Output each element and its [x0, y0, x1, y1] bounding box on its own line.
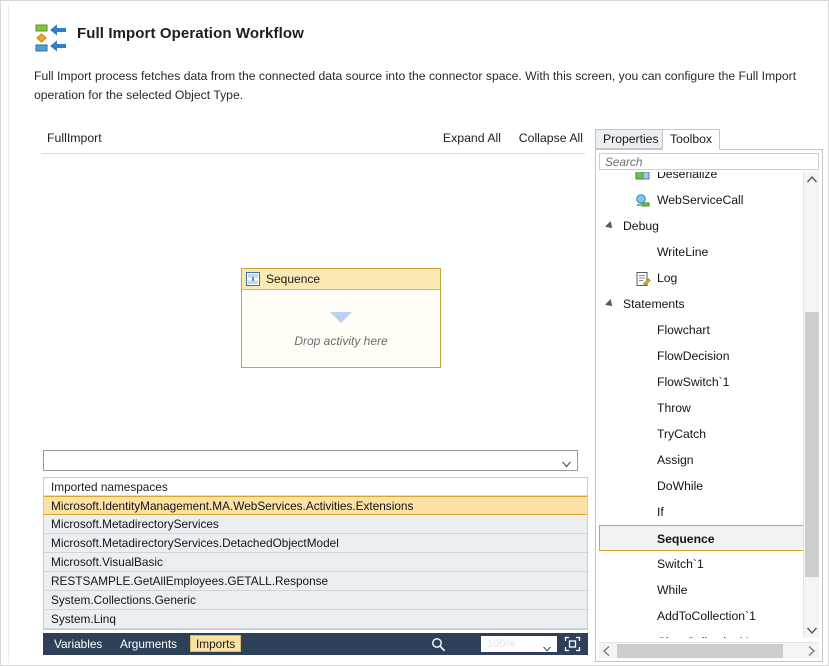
toolbox-item-label: If [657, 505, 664, 519]
chevron-down-icon [543, 641, 551, 655]
side-panel: Properties Toolbox Search Deserialize Web… [595, 129, 823, 662]
deserialize-icon [635, 172, 651, 182]
log-icon [635, 270, 651, 286]
page-title: Full Import Operation Workflow [77, 25, 304, 42]
imported-namespaces-grid[interactable]: Imported namespaces Microsoft.IdentityMa… [43, 477, 588, 630]
toolbox-item-label: ClearCollection`1 [657, 635, 750, 638]
toolbox-item-label: Deserialize [657, 172, 718, 181]
toolbox-item-label: Switch`1 [657, 557, 704, 571]
toolbox-item-dowhile[interactable]: DoWhile [599, 473, 805, 499]
toolbox-item-label: Assign [657, 453, 694, 467]
workflow-configuration-window: Full Import Operation Workflow Full Impo… [0, 0, 829, 666]
toolbox-item-label: Debug [623, 219, 659, 233]
import-workflow-icon [33, 21, 67, 55]
toolbox-tree: Deserialize WebServiceCall Debug WriteLine L… [599, 172, 805, 638]
toolbox-item-writeline[interactable]: WriteLine [599, 239, 805, 265]
toolbox-group-debug[interactable]: Debug [599, 213, 805, 239]
designer-canvas[interactable]: Sequence Drop activity here [41, 154, 585, 454]
toolbox-item-label: DoWhile [657, 479, 704, 493]
scroll-up-arrow-icon[interactable] [804, 172, 820, 188]
toolbox-item-label: FlowSwitch`1 [657, 375, 730, 389]
toolbox-search-input[interactable]: Search [599, 153, 819, 170]
drop-target-triangle-icon [330, 312, 352, 323]
workflow-designer: FullImport Expand All Collapse All Seque… [33, 125, 605, 662]
sequence-activity-title: Sequence [266, 272, 321, 286]
namespace-row[interactable]: System.Collections.Generic [44, 591, 587, 610]
toolbox-item-if[interactable]: If [599, 499, 805, 525]
zoom-level-combobox[interactable]: 100% [481, 636, 557, 652]
toolbox-item-flowdecision[interactable]: FlowDecision [599, 343, 805, 369]
tab-toolbox[interactable]: Toolbox [662, 129, 721, 150]
breadcrumb[interactable]: FullImport [47, 131, 102, 145]
page-description: Full Import process fetches data from th… [34, 69, 797, 102]
namespace-row[interactable]: Microsoft.MetadirectoryServices [44, 515, 587, 534]
toolbox-group-statements[interactable]: Statements [599, 291, 805, 317]
toolbox-item-sequence[interactable]: Sequence [599, 525, 805, 551]
toolbox-item-label: TryCatch [657, 427, 706, 441]
toolbox-item-webservicecall[interactable]: WebServiceCall [599, 187, 805, 213]
sequence-activity-header: Sequence [242, 269, 440, 290]
scroll-left-arrow-icon[interactable] [599, 643, 615, 659]
toolbox-item-label: AddToCollection`1 [657, 609, 756, 623]
toolbox-item-switch-1[interactable]: Switch`1 [599, 551, 805, 577]
scroll-down-arrow-icon[interactable] [804, 622, 820, 638]
zoom-level-value: 100% [487, 638, 516, 650]
statusbar-tab-arguments[interactable]: Arguments [115, 636, 182, 652]
namespace-row[interactable]: Microsoft.VisualBasic [44, 553, 587, 572]
toolbox-item-trycatch[interactable]: TryCatch [599, 421, 805, 447]
tab-properties[interactable]: Properties [595, 129, 667, 149]
toolbox-horizontal-scroll-thumb[interactable] [617, 644, 783, 658]
toolbox-item-throw[interactable]: Throw [599, 395, 805, 421]
namespace-row[interactable]: Microsoft.MetadirectoryServices.Detached… [44, 534, 587, 553]
window-content: Full Import Operation Workflow Full Impo… [8, 5, 823, 663]
sequence-icon [246, 272, 260, 286]
namespaces-column-header: Imported namespaces [44, 478, 587, 496]
toolbox-item-label: While [657, 583, 688, 597]
toolbox-item-label: Flowchart [657, 323, 710, 337]
namespace-row[interactable]: Microsoft.IdentityManagement.MA.WebServi… [44, 496, 587, 515]
toolbox-item-clearcollection-1[interactable]: ClearCollection`1 [599, 629, 805, 638]
toolbox-horizontal-scrollbar[interactable] [599, 642, 819, 658]
toolbox-item-label: Statements [623, 297, 685, 311]
toolbox-vertical-scrollbar[interactable] [803, 172, 819, 638]
expander-triangle-icon[interactable] [605, 299, 615, 309]
toolbox-panel-body: Search Deserialize WebServiceCall Debug Wri… [595, 149, 823, 662]
toolbox-tree-viewport[interactable]: Deserialize WebServiceCall Debug WriteLine L… [599, 172, 819, 638]
namespace-row[interactable]: System.Linq [44, 610, 587, 629]
fit-to-screen-button[interactable] [564, 636, 581, 652]
toolbox-vertical-scroll-thumb[interactable] [805, 312, 819, 577]
add-namespace-combobox[interactable] [43, 450, 578, 471]
toolbox-search-placeholder: Search [605, 155, 643, 169]
toolbox-item-label: FlowDecision [657, 349, 730, 363]
toolbox-item-label: WriteLine [657, 245, 709, 259]
toolbox-item-label: Sequence [657, 532, 715, 546]
toolbox-item-flowchart[interactable]: Flowchart [599, 317, 805, 343]
webservicecall-icon [635, 192, 651, 208]
toolbox-item-flowswitch-1[interactable]: FlowSwitch`1 [599, 369, 805, 395]
toolbox-item-deserialize[interactable]: Deserialize [599, 172, 805, 187]
sequence-activity-card[interactable]: Sequence Drop activity here [241, 268, 441, 368]
collapse-all-link[interactable]: Collapse All [519, 131, 583, 145]
statusbar-tab-variables[interactable]: Variables [49, 636, 107, 652]
expander-triangle-icon[interactable] [605, 221, 615, 231]
statusbar-tab-imports[interactable]: Imports [190, 635, 242, 652]
page-header: Full Import Operation Workflow [33, 19, 793, 65]
namespace-row[interactable]: RESTSAMPLE.GetAllEmployees.GETALL.Respon… [44, 572, 587, 591]
chevron-down-icon [562, 457, 571, 471]
namespaces-row-container: Microsoft.IdentityManagement.MA.WebServi… [44, 496, 587, 629]
expand-all-link[interactable]: Expand All [443, 131, 501, 145]
drop-activity-hint: Drop activity here [294, 334, 388, 348]
toolbox-item-while[interactable]: While [599, 577, 805, 603]
toolbox-item-assign[interactable]: Assign [599, 447, 805, 473]
designer-toolbar: FullImport Expand All Collapse All [33, 125, 593, 153]
toolbox-item-addtocollection-1[interactable]: AddToCollection`1 [599, 603, 805, 629]
scroll-right-arrow-icon[interactable] [803, 643, 819, 659]
search-icon[interactable] [431, 637, 446, 652]
toolbox-item-label: Log [657, 271, 678, 285]
toolbox-item-label: Throw [657, 401, 691, 415]
toolbox-item-label: WebServiceCall [657, 193, 744, 207]
toolbox-item-log[interactable]: Log [599, 265, 805, 291]
sequence-drop-area[interactable]: Drop activity here [242, 290, 440, 367]
designer-statusbar: Variables Arguments Imports 100% [43, 633, 605, 655]
